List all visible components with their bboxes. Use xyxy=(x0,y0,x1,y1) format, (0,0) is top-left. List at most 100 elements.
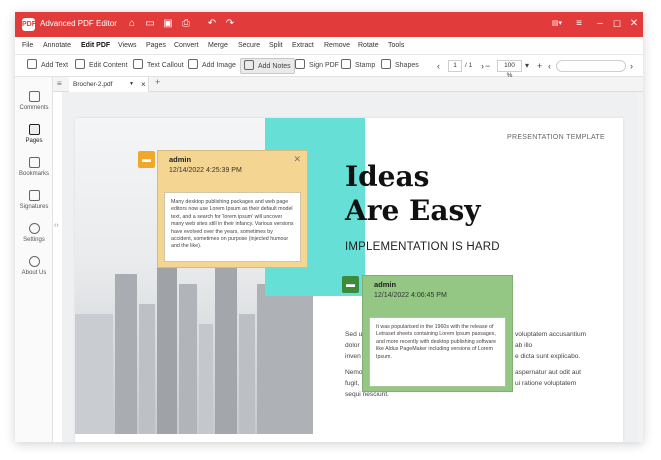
bookmark-icon xyxy=(28,157,40,168)
home-icon[interactable]: ⌂ xyxy=(125,17,139,31)
tab-scroll-icon[interactable]: ≡ xyxy=(57,79,62,88)
text-callout-icon xyxy=(133,59,143,70)
add-notes-icon xyxy=(244,60,254,71)
menu-split[interactable]: Split xyxy=(269,42,283,49)
menu-file[interactable]: File xyxy=(22,42,33,49)
zoom-input[interactable]: 100 % xyxy=(497,60,522,79)
add-text-button[interactable]: Add Text xyxy=(27,58,68,74)
add-image-button[interactable]: Add Image xyxy=(188,58,236,74)
subtitle: IMPLEMENTATION IS HARD xyxy=(345,241,500,253)
shapes-label: Shapes xyxy=(395,62,419,69)
menu-edit-pdf[interactable]: Edit PDF xyxy=(81,42,110,49)
comments-icon xyxy=(28,91,40,102)
headline-line-1: Ideas xyxy=(345,160,430,193)
stamp-button[interactable]: Stamp xyxy=(341,58,375,74)
body-text: aspernatur aut odit aut xyxy=(515,369,581,376)
app-window: PDF Advanced PDF Editor ⌂ ▭ ▣ ⎙ ↶ ↷ ▤▾ ≡… xyxy=(15,12,643,442)
scroll-right-icon[interactable]: › xyxy=(630,58,633,74)
vertical-scrollbar[interactable] xyxy=(637,92,643,442)
add-image-label: Add Image xyxy=(202,62,236,69)
note-author: admin xyxy=(374,280,397,289)
menu-views[interactable]: Views xyxy=(118,42,137,49)
add-notes-button[interactable]: Add Notes xyxy=(240,58,295,74)
menu-bar: File Annotate Edit PDF Views Pages Conve… xyxy=(15,37,643,55)
note-text[interactable]: It was popularised in the 1960s with the… xyxy=(369,317,506,387)
sign-pdf-label: Sign PDF xyxy=(309,62,339,69)
add-text-label: Add Text xyxy=(41,62,69,69)
sticky-note[interactable]: ▬ admin 12/14/2022 4:25:39 PM ✕ Many des… xyxy=(138,150,308,268)
prev-page-icon[interactable]: ‹ xyxy=(437,58,440,74)
menu-tools[interactable]: Tools xyxy=(388,42,404,49)
zoom-dropdown-icon[interactable]: ▾ xyxy=(525,58,529,74)
body-text: Nemo xyxy=(345,369,363,376)
save-icon[interactable]: ▣ xyxy=(161,17,175,31)
close-icon[interactable]: ✕ xyxy=(293,154,301,165)
maximize-icon[interactable]: ☐ xyxy=(610,17,624,31)
zoom-in-button[interactable]: + xyxy=(537,58,542,74)
menu-secure[interactable]: Secure xyxy=(238,42,260,49)
redo-icon[interactable]: ↷ xyxy=(223,17,237,31)
sidebar-item-about[interactable]: About Us xyxy=(15,256,53,276)
collapse-sidebar-icon[interactable]: ‹› xyxy=(54,222,59,229)
menu-convert[interactable]: Convert xyxy=(174,42,199,49)
document-canvas: PRESENTATION TEMPLATE Ideas Are Easy IMP… xyxy=(62,92,637,442)
new-tab-button[interactable]: + xyxy=(155,77,160,87)
title-bar: PDF Advanced PDF Editor ⌂ ▭ ▣ ⎙ ↶ ↷ ▤▾ ≡… xyxy=(15,12,643,37)
print-icon[interactable]: ⎙ xyxy=(179,17,193,31)
minimize-icon[interactable]: – xyxy=(593,17,607,31)
shapes-button[interactable]: Shapes xyxy=(381,58,419,74)
next-page-icon[interactable]: › xyxy=(481,58,484,74)
edit-content-button[interactable]: Edit Content xyxy=(75,58,128,74)
scroll-left-icon[interactable]: ‹ xyxy=(548,58,551,74)
add-image-icon xyxy=(188,59,198,70)
menu-icon[interactable]: ≡ xyxy=(572,17,586,31)
presentation-label: PRESENTATION TEMPLATE xyxy=(507,134,605,141)
flag-icon[interactable]: ▤▾ xyxy=(550,17,564,31)
headline: Ideas Are Easy xyxy=(345,160,481,228)
shapes-icon xyxy=(381,59,391,70)
sidebar-item-pages[interactable]: Pages xyxy=(15,124,53,144)
body-text: fugit, xyxy=(345,380,360,387)
tab-bar: ≡ Brocher-2.pdf ▼ × + xyxy=(53,77,643,92)
gear-icon xyxy=(28,223,40,234)
note-icon[interactable]: ▬ xyxy=(342,276,359,293)
sidebar-item-signatures[interactable]: Signatures xyxy=(15,190,53,210)
menu-extract[interactable]: Extract xyxy=(292,42,314,49)
sidebar: Comments Pages Bookmarks Signatures Sett… xyxy=(15,77,53,442)
sign-pdf-button[interactable]: Sign PDF xyxy=(295,58,339,74)
sidebar-item-settings[interactable]: Settings xyxy=(15,223,53,243)
body-text: e dicta sunt explicabo. xyxy=(515,353,581,360)
undo-icon[interactable]: ↶ xyxy=(205,17,219,31)
sticky-note[interactable]: ▬ admin 12/14/2022 4:06:45 PM It was pop… xyxy=(342,275,513,392)
menu-rotate[interactable]: Rotate xyxy=(358,42,379,49)
sidebar-item-comments[interactable]: Comments xyxy=(15,91,53,111)
tab-close-icon[interactable]: × xyxy=(141,77,146,92)
body-text: ab illo xyxy=(515,342,533,349)
stamp-label: Stamp xyxy=(355,62,376,69)
note-date: 12/14/2022 4:25:39 PM xyxy=(169,167,242,174)
sidebar-item-bookmarks[interactable]: Bookmarks xyxy=(15,157,53,177)
body-text: inven xyxy=(345,353,361,360)
app-title: Advanced PDF Editor xyxy=(40,19,117,28)
sidebar-label: Bookmarks xyxy=(18,171,49,177)
note-icon[interactable]: ▬ xyxy=(138,151,155,168)
close-icon[interactable]: ✕ xyxy=(627,17,641,31)
zoom-out-button[interactable]: − xyxy=(485,58,490,74)
app-logo: PDF xyxy=(22,18,36,31)
menu-pages[interactable]: Pages xyxy=(146,42,166,49)
tab-dropdown-icon[interactable]: ▼ xyxy=(129,77,134,92)
page-total: / 1 xyxy=(465,62,473,69)
folder-icon[interactable]: ▭ xyxy=(143,17,157,31)
search-input[interactable] xyxy=(556,60,626,72)
menu-merge[interactable]: Merge xyxy=(208,42,228,49)
menu-annotate[interactable]: Annotate xyxy=(43,42,71,49)
sidebar-label: Settings xyxy=(23,237,45,243)
sidebar-label: Comments xyxy=(19,105,49,111)
tab-label: Brocher-2.pdf xyxy=(73,81,113,88)
text-callout-button[interactable]: Text Callout xyxy=(133,58,184,74)
menu-remove[interactable]: Remove xyxy=(324,42,350,49)
tab-document[interactable]: Brocher-2.pdf ▼ × xyxy=(69,77,149,92)
note-text[interactable]: Many desktop publishing packages and web… xyxy=(164,192,301,262)
page-number-input[interactable]: 1 xyxy=(448,60,462,72)
stamp-icon xyxy=(341,59,351,70)
